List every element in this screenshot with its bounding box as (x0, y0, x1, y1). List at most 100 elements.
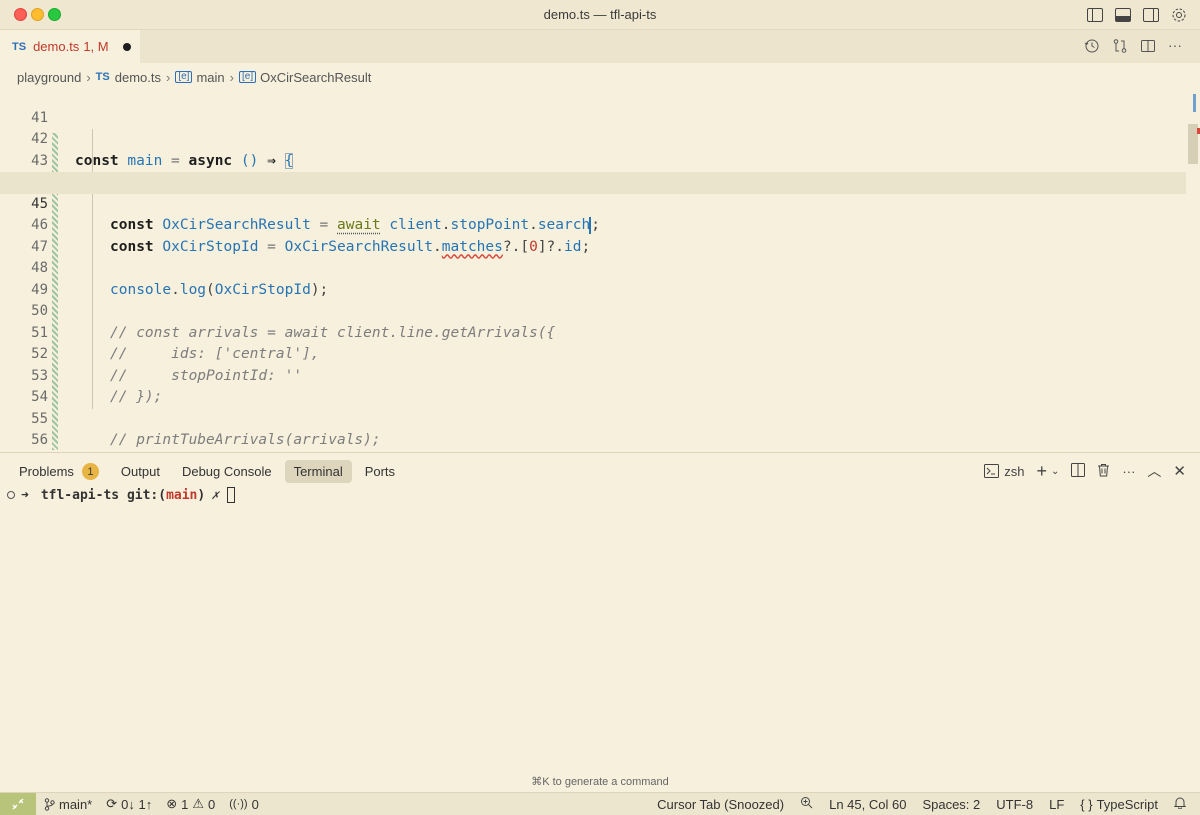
scroll-marker (1193, 94, 1196, 112)
code-line: 54 (0, 366, 1186, 405)
editor-tab-bar: TS demo.ts 1, M ··· (0, 30, 1200, 63)
code-line: 44 (0, 151, 1186, 190)
remote-indicator-icon[interactable] (0, 793, 36, 815)
error-icon: ⊗ (166, 796, 178, 811)
unsaved-dot-icon[interactable] (122, 42, 131, 51)
code-line: 48 console.log(OxCirStopId); (0, 237, 1186, 298)
code-line: 53 // }); (0, 344, 1186, 406)
tab-problems-label: Problems (19, 464, 74, 479)
close-panel-icon[interactable]: ✕ (1173, 462, 1186, 480)
typescript-icon: TS (95, 71, 110, 83)
code-line: 43 console.log('Oxford Circus Stop ID') (0, 129, 1186, 191)
warning-icon: ⚠ (192, 796, 205, 811)
new-terminal-icon[interactable]: + (1037, 462, 1048, 480)
code-line-current: 45 const OxCirSearchResult = await clien… (0, 172, 1186, 234)
terminal-icon (984, 464, 1000, 478)
tab-problems[interactable]: Problems 1 (10, 459, 108, 484)
terminal-cursor (227, 487, 236, 503)
git-branch-status[interactable]: main* (44, 797, 92, 812)
prompt-git-label: git:( (126, 487, 167, 503)
sync-counts: 0↓ 1↑ (121, 796, 153, 812)
code-line: 57 } (0, 430, 1186, 452)
chevron-down-icon[interactable]: ⌄ (1051, 466, 1059, 477)
window-title: demo.ts — tfl-api-ts (543, 7, 657, 22)
prompt-branch: main (166, 487, 198, 503)
git-branch-icon (44, 797, 55, 811)
broadcast-icon: ((·)) (229, 798, 248, 810)
prompt-arrow-icon: ➜ (21, 487, 29, 503)
breadcrumb-folder[interactable]: playground (17, 70, 81, 85)
terminal-hint: ⌘K to generate a command (531, 776, 669, 788)
tab-output[interactable]: Output (112, 460, 169, 483)
end-of-line[interactable]: LF (1049, 797, 1064, 812)
terminal-prompt[interactable]: ➜ tfl-api-ts git:( main ) ✗ (7, 487, 236, 503)
problems-count-badge: 1 (81, 463, 99, 480)
breadcrumb-file[interactable]: demo.ts (115, 70, 161, 85)
status-bar: main* ⟳ 0↓ 1↑ ⊗ 1 ⚠ 0 ((·)) 0 Cursor Tab… (0, 792, 1200, 815)
code-line: 56 (0, 409, 1186, 448)
language-name: TypeScript (1096, 796, 1158, 812)
bottom-panel: Problems 1 Output Debug Console Terminal… (0, 452, 1200, 792)
breadcrumb-symbol-main[interactable]: main (196, 70, 224, 85)
variable-symbol-icon: [e] (175, 71, 193, 83)
problems-status[interactable]: ⊗ 1 ⚠ 0 (166, 796, 215, 812)
prompt-git-close: ) (197, 487, 206, 503)
braces-icon: { } (1080, 796, 1093, 812)
terminal-shell-selector[interactable]: zsh (984, 463, 1025, 479)
tab-filename: demo.ts (33, 39, 80, 54)
prompt-directory: tfl-api-ts (40, 487, 120, 503)
chevron-right-icon: › (165, 69, 171, 85)
sync-status[interactable]: ⟳ 0↓ 1↑ (106, 796, 152, 812)
prompt-dirty-marker: ✗ (211, 487, 220, 503)
split-editor-icon[interactable] (1140, 38, 1156, 59)
tab-terminal[interactable]: Terminal (284, 460, 352, 483)
cursor-position[interactable]: Ln 45, Col 60 (829, 797, 906, 812)
shell-name: zsh (1004, 463, 1025, 479)
ports-count: 0 (251, 796, 259, 812)
code-line: 41 (0, 86, 1186, 126)
code-line: 42 const main = async () ⇒ { (0, 108, 1186, 169)
more-actions-icon[interactable]: ··· (1122, 464, 1135, 479)
code-editor[interactable]: 41 42 const main = async () ⇒ { 43 conso… (0, 86, 1200, 452)
code-line: 47 (0, 215, 1186, 255)
tab-debug-console[interactable]: Debug Console (173, 460, 281, 483)
notifications-bell-icon[interactable] (1173, 796, 1187, 812)
toggle-primary-sidebar-icon[interactable] (1086, 6, 1104, 24)
indentation[interactable]: Spaces: 2 (922, 797, 980, 812)
tab-demo-ts[interactable]: TS demo.ts 1, M (0, 30, 140, 63)
breadcrumb-symbol-result[interactable]: OxCirSearchResult (260, 70, 371, 85)
toggle-panel-icon[interactable] (1114, 6, 1132, 24)
chevron-right-icon: › (86, 69, 91, 85)
gear-icon[interactable] (1170, 6, 1188, 24)
ports-status[interactable]: ((·)) 0 (229, 797, 259, 812)
zoom-icon[interactable] (800, 796, 813, 812)
variable-symbol-icon: [e] (238, 71, 257, 83)
cursor-tab-status[interactable]: Cursor Tab (Snoozed) (657, 797, 784, 812)
code-line: 55 // printTubeArrivals(arrivals); (0, 387, 1186, 449)
editor-scrollbar[interactable] (1186, 86, 1200, 452)
chevron-right-icon: › (229, 69, 234, 85)
language-mode[interactable]: { } TypeScript (1080, 797, 1158, 812)
warning-count: 0 (208, 796, 216, 812)
code-line: 51 // ids: ['central'], (0, 301, 1186, 363)
breadcrumb: playground › TS demo.ts › [e] main › [e]… (17, 67, 371, 87)
prompt-status-icon (7, 491, 15, 499)
trash-icon[interactable] (1097, 463, 1110, 480)
compare-changes-icon[interactable] (1112, 38, 1128, 59)
encoding[interactable]: UTF-8 (996, 797, 1033, 812)
more-actions-icon[interactable]: ··· (1168, 38, 1182, 59)
code-line: 50 // const arrivals = await client.line… (0, 280, 1186, 341)
tab-ports[interactable]: Ports (356, 460, 404, 483)
tab-status: 1, M (83, 39, 109, 54)
branch-name: main* (59, 796, 93, 812)
code-line: 49 (0, 258, 1186, 298)
typescript-icon: TS (12, 40, 27, 53)
split-terminal-icon[interactable] (1071, 462, 1086, 480)
sync-icon: ⟳ (106, 796, 118, 811)
title-bar: demo.ts — tfl-api-ts (0, 0, 1200, 30)
maximize-panel-icon[interactable]: ︿ (1147, 461, 1161, 481)
timeline-icon[interactable] (1084, 38, 1100, 59)
toggle-secondary-sidebar-icon[interactable] (1142, 6, 1160, 24)
code-line: 46 const OxCirStopId = OxCirSearchResult… (0, 194, 1186, 255)
error-count: 1 (181, 796, 189, 812)
